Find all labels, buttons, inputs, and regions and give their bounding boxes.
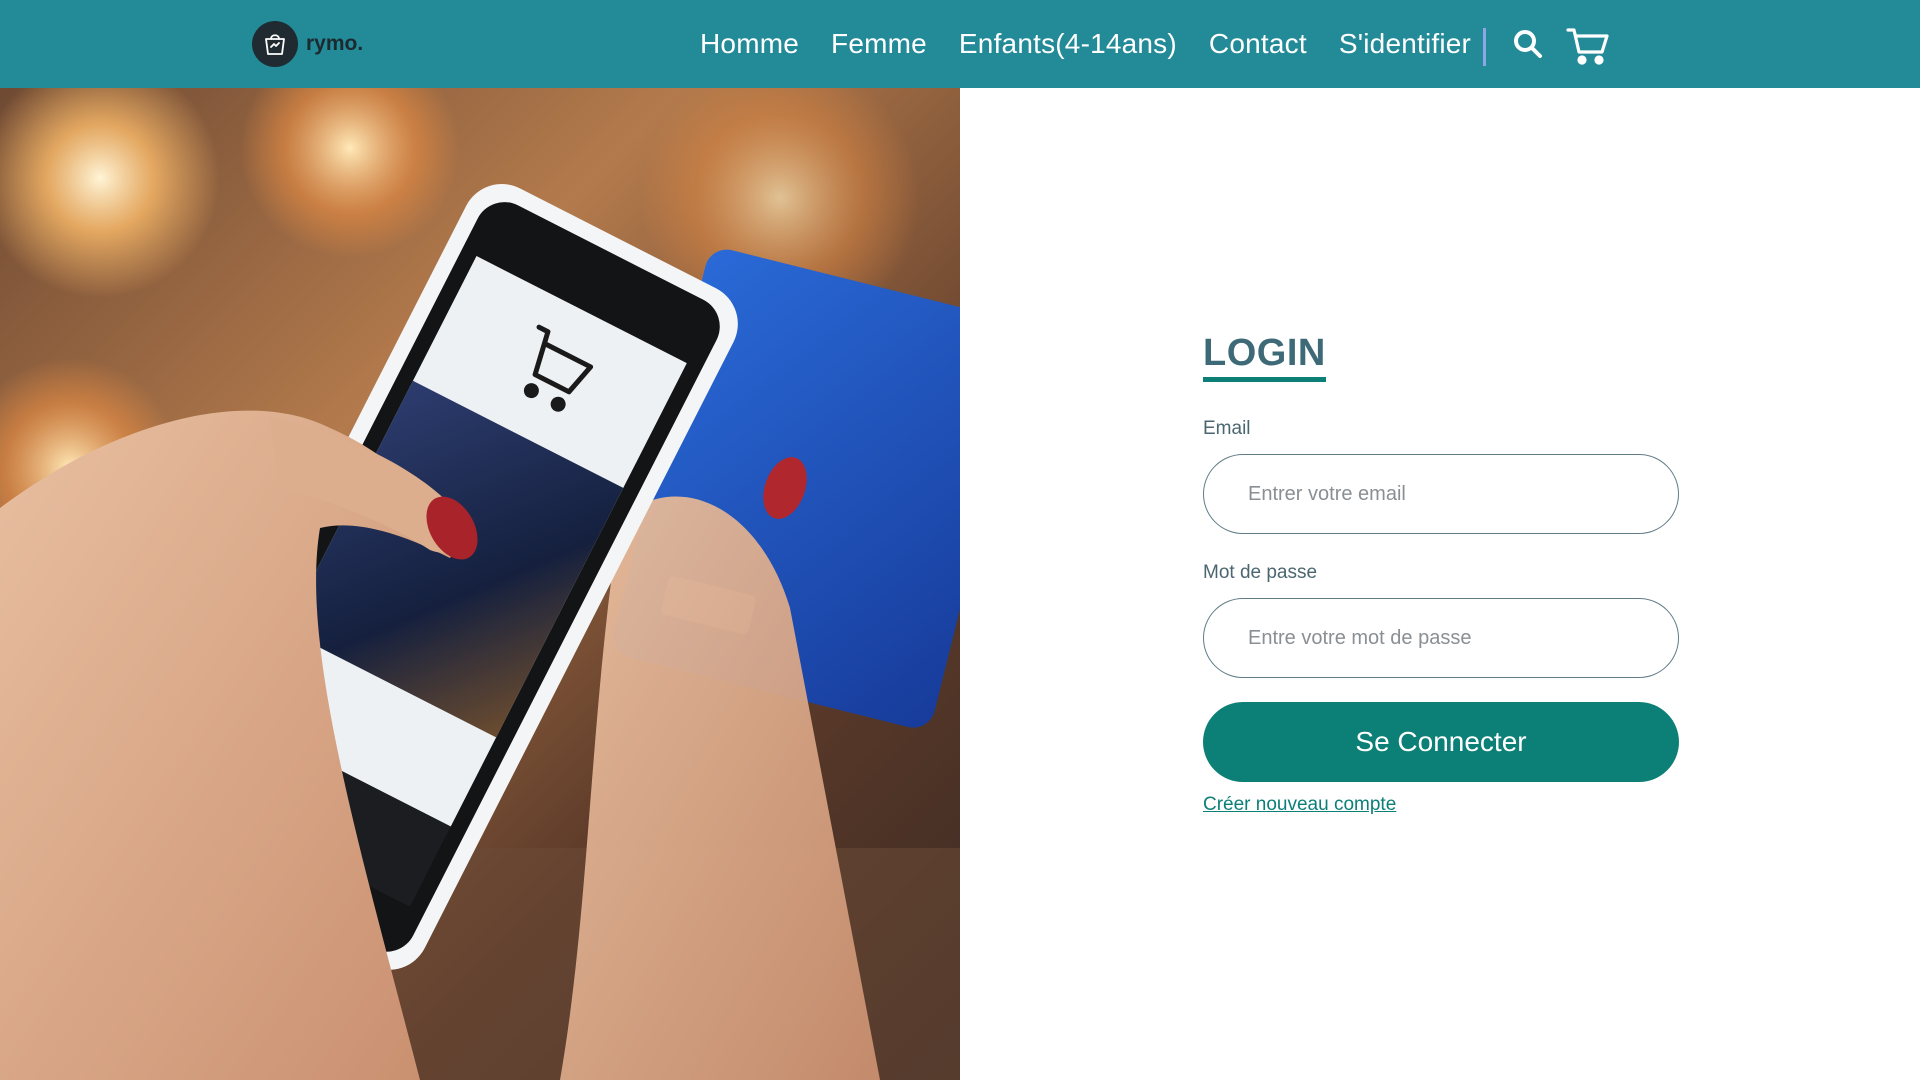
nav-link-contact[interactable]: Contact <box>1209 28 1307 60</box>
nav-divider <box>1483 28 1486 66</box>
search-button[interactable] <box>1508 24 1548 64</box>
login-button[interactable]: Se Connecter <box>1203 702 1679 782</box>
search-icon <box>1514 30 1542 58</box>
password-label: Mot de passe <box>1203 562 1318 583</box>
cart-button[interactable] <box>1564 24 1612 68</box>
cart-icon <box>1566 28 1609 65</box>
hero-image <box>0 88 960 1080</box>
nav-link-femme[interactable]: Femme <box>831 28 927 60</box>
top-navigation-bar: rymo. Homme Femme Enfants(4-14ans) Conta… <box>0 0 1920 88</box>
shopping-bag-icon <box>252 21 298 67</box>
brand-logo[interactable]: rymo. <box>252 20 363 68</box>
password-field[interactable] <box>1203 598 1679 678</box>
create-account-link[interactable]: Créer nouveau compte <box>1203 794 1396 816</box>
nav-link-homme[interactable]: Homme <box>700 28 799 60</box>
login-title: LOGIN <box>1203 332 1326 382</box>
email-label: Email <box>1203 418 1251 439</box>
main-nav: Homme Femme Enfants(4-14ans) Contact S'i… <box>700 0 1471 88</box>
brand-name: rymo. <box>306 32 364 55</box>
nav-link-enfants[interactable]: Enfants(4-14ans) <box>959 28 1177 60</box>
login-form: LOGIN Email Mot de passe Se Connecter Cr… <box>1203 332 1679 816</box>
email-field[interactable] <box>1203 454 1679 534</box>
nav-link-sidentifier[interactable]: S'identifier <box>1339 28 1471 60</box>
hero-illustration <box>0 88 960 1080</box>
